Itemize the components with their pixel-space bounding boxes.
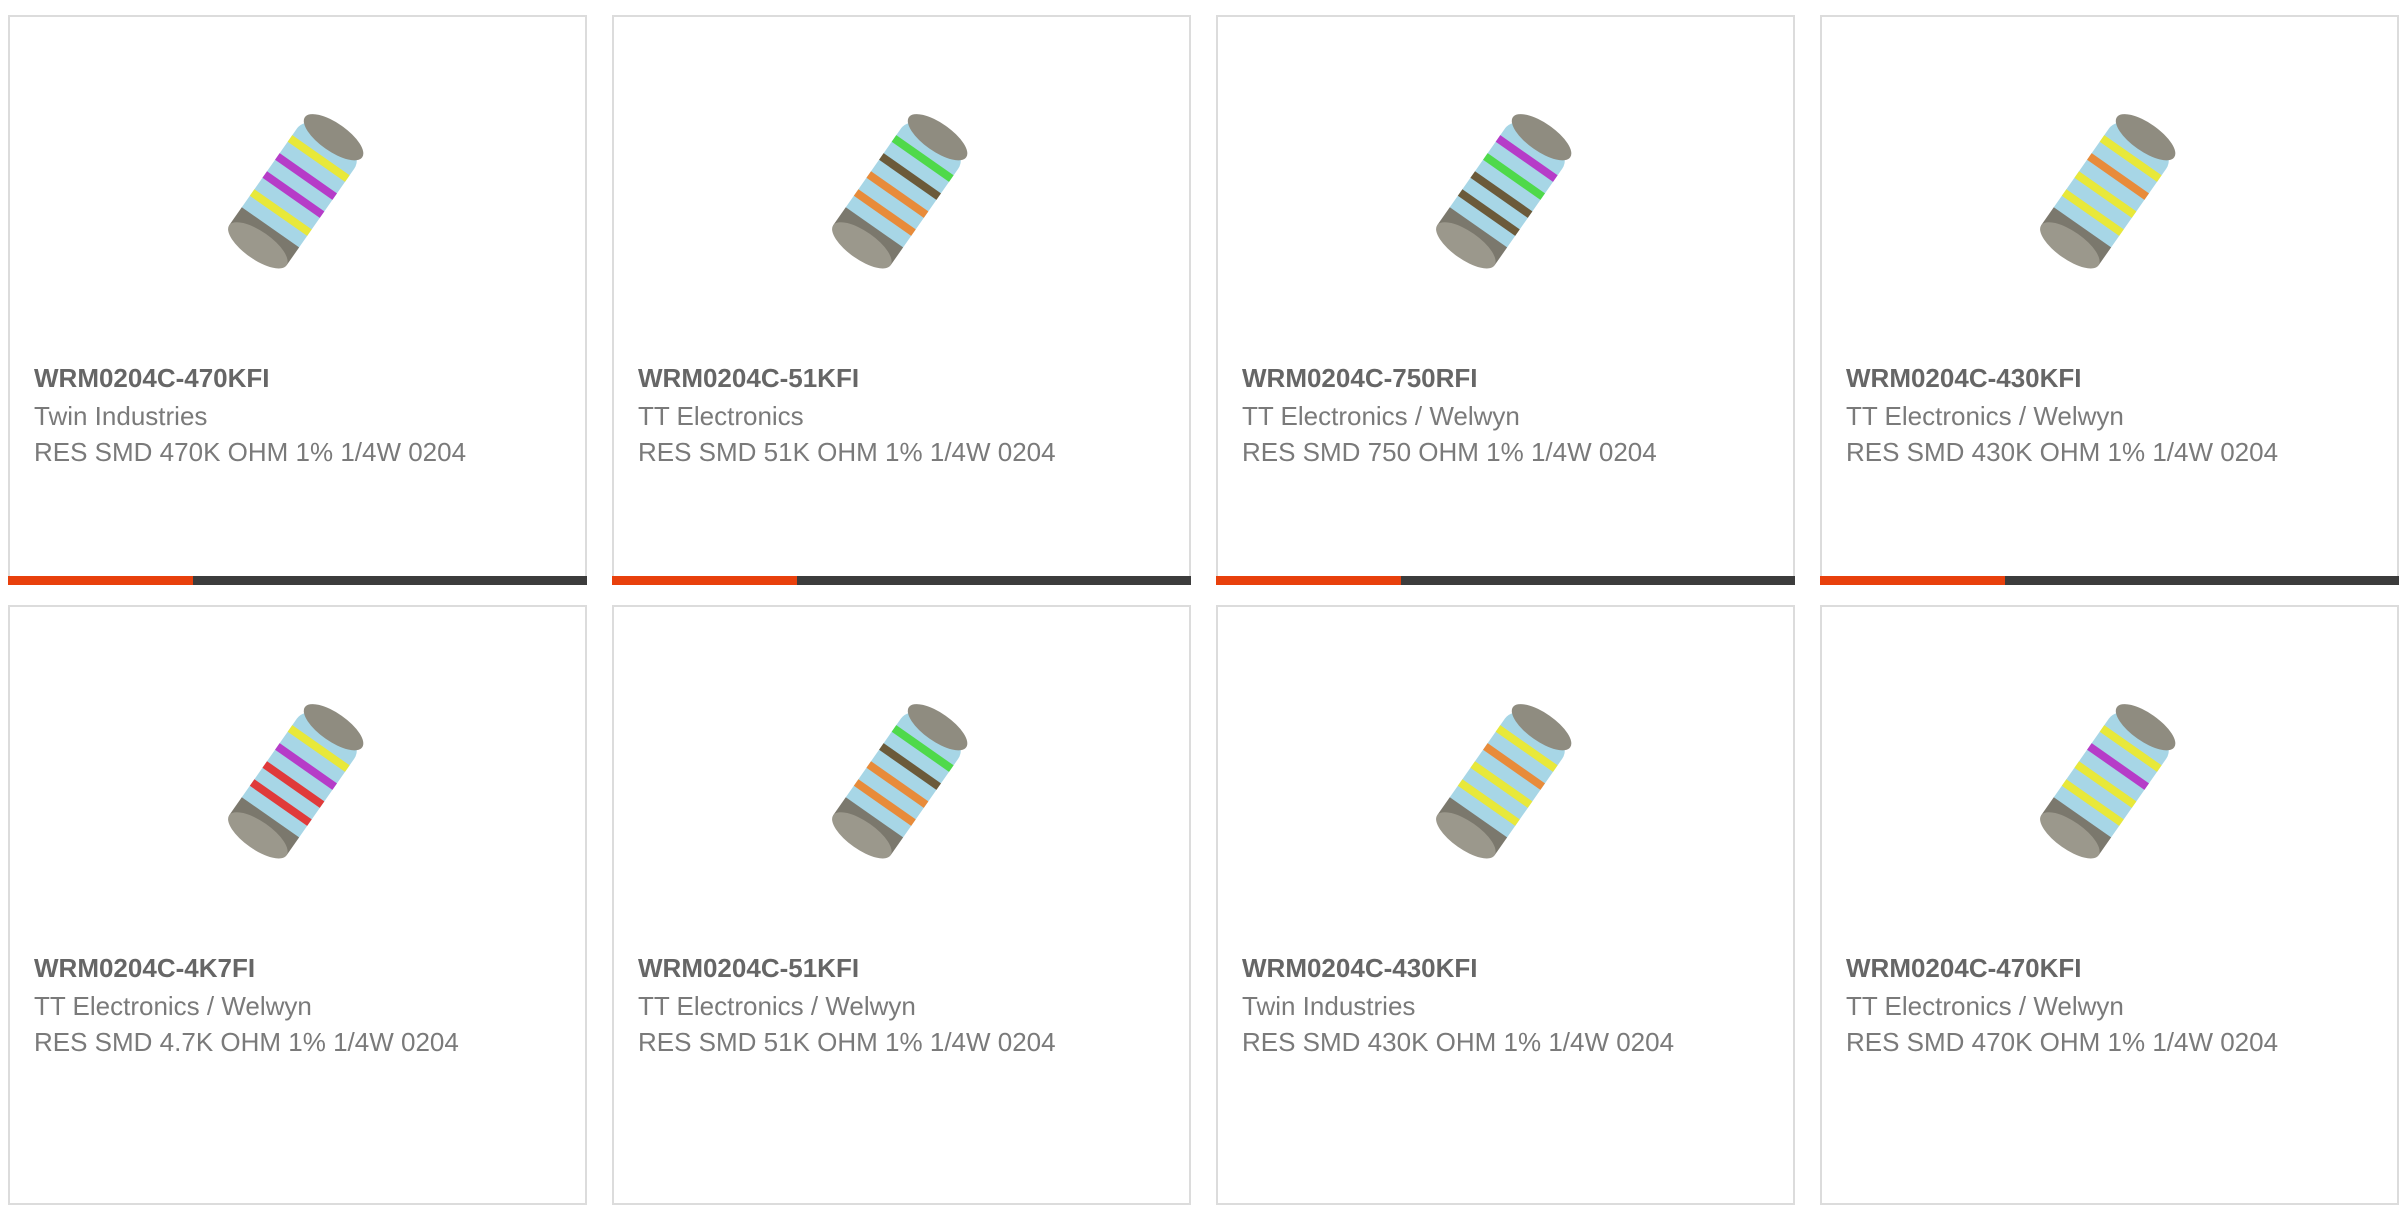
- product-info: WRM0204C-750RFI TT Electronics / Welwyn …: [1242, 360, 1769, 470]
- resistor-image[interactable]: [802, 88, 1002, 288]
- product-card[interactable]: WRM0204C-430KFI TT Electronics / Welwyn …: [1820, 15, 2399, 585]
- resistor-image[interactable]: [1406, 88, 1606, 288]
- part-number[interactable]: WRM0204C-51KFI: [638, 360, 1165, 396]
- progress-fill: [8, 576, 194, 585]
- description: RES SMD 430K OHM 1% 1/4W 0204: [1846, 437, 2279, 467]
- progress-fill: [1820, 576, 2006, 585]
- progress-bar: [8, 576, 587, 585]
- product-info: WRM0204C-430KFI TT Electronics / Welwyn …: [1846, 360, 2373, 470]
- manufacturer: TT Electronics: [638, 401, 804, 431]
- description: RES SMD 430K OHM 1% 1/4W 0204: [1242, 1027, 1675, 1057]
- product-info: WRM0204C-470KFI Twin Industries RES SMD …: [34, 360, 561, 470]
- resistor-image[interactable]: [802, 678, 1002, 878]
- part-number[interactable]: WRM0204C-750RFI: [1242, 360, 1769, 396]
- description: RES SMD 750 OHM 1% 1/4W 0204: [1242, 437, 1657, 467]
- product-grid: WRM0204C-470KFI Twin Industries RES SMD …: [8, 15, 2399, 1205]
- resistor-image[interactable]: [2010, 678, 2210, 878]
- manufacturer: TT Electronics / Welwyn: [1846, 991, 2124, 1021]
- progress-fill: [1216, 576, 1402, 585]
- description: RES SMD 4.7K OHM 1% 1/4W 0204: [34, 1027, 459, 1057]
- part-number[interactable]: WRM0204C-430KFI: [1846, 360, 2373, 396]
- description: RES SMD 51K OHM 1% 1/4W 0204: [638, 437, 1056, 467]
- product-card[interactable]: WRM0204C-4K7FI TT Electronics / Welwyn R…: [8, 605, 587, 1205]
- resistor-image[interactable]: [198, 88, 398, 288]
- product-card[interactable]: WRM0204C-51KFI TT Electronics / Welwyn R…: [612, 605, 1191, 1205]
- product-info: WRM0204C-51KFI TT Electronics RES SMD 51…: [638, 360, 1165, 470]
- product-card[interactable]: WRM0204C-750RFI TT Electronics / Welwyn …: [1216, 15, 1795, 585]
- product-card[interactable]: WRM0204C-470KFI TT Electronics / Welwyn …: [1820, 605, 2399, 1205]
- description: RES SMD 470K OHM 1% 1/4W 0204: [34, 437, 467, 467]
- product-info: WRM0204C-430KFI Twin Industries RES SMD …: [1242, 950, 1769, 1060]
- part-number[interactable]: WRM0204C-430KFI: [1242, 950, 1769, 986]
- product-info: WRM0204C-51KFI TT Electronics / Welwyn R…: [638, 950, 1165, 1060]
- part-number[interactable]: WRM0204C-51KFI: [638, 950, 1165, 986]
- product-info: WRM0204C-4K7FI TT Electronics / Welwyn R…: [34, 950, 561, 1060]
- resistor-image[interactable]: [1406, 678, 1606, 878]
- part-number[interactable]: WRM0204C-4K7FI: [34, 950, 561, 986]
- part-number[interactable]: WRM0204C-470KFI: [34, 360, 561, 396]
- manufacturer: TT Electronics / Welwyn: [1242, 401, 1520, 431]
- resistor-image[interactable]: [2010, 88, 2210, 288]
- progress-fill: [612, 576, 798, 585]
- manufacturer: TT Electronics / Welwyn: [638, 991, 916, 1021]
- resistor-image[interactable]: [198, 678, 398, 878]
- progress-bar: [1216, 576, 1795, 585]
- description: RES SMD 51K OHM 1% 1/4W 0204: [638, 1027, 1056, 1057]
- product-card[interactable]: WRM0204C-430KFI Twin Industries RES SMD …: [1216, 605, 1795, 1205]
- manufacturer: TT Electronics / Welwyn: [1846, 401, 2124, 431]
- progress-bar: [612, 576, 1191, 585]
- product-info: WRM0204C-470KFI TT Electronics / Welwyn …: [1846, 950, 2373, 1060]
- product-card[interactable]: WRM0204C-51KFI TT Electronics RES SMD 51…: [612, 15, 1191, 585]
- manufacturer: TT Electronics / Welwyn: [34, 991, 312, 1021]
- product-card[interactable]: WRM0204C-470KFI Twin Industries RES SMD …: [8, 15, 587, 585]
- manufacturer: Twin Industries: [1242, 991, 1416, 1021]
- description: RES SMD 470K OHM 1% 1/4W 0204: [1846, 1027, 2279, 1057]
- part-number[interactable]: WRM0204C-470KFI: [1846, 950, 2373, 986]
- manufacturer: Twin Industries: [34, 401, 208, 431]
- progress-bar: [1820, 576, 2399, 585]
